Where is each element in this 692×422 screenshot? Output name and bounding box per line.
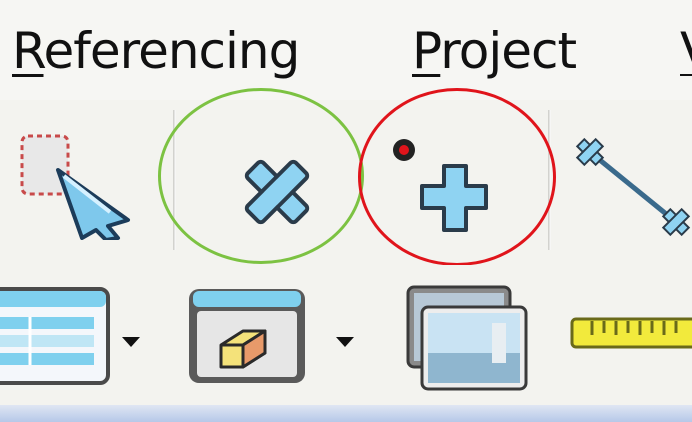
select-pointer-icon — [20, 134, 130, 240]
menu-referencing[interactable]: Referencing — [12, 26, 300, 76]
red-highlight-circle — [358, 88, 556, 266]
chevron-down-icon[interactable] — [120, 335, 142, 349]
raster-image-button[interactable] — [400, 283, 530, 393]
window-bottom-strip — [0, 405, 692, 422]
menu-referencing-label: eferencing — [43, 22, 301, 80]
box-select-icon — [189, 289, 305, 383]
menu-next[interactable]: V — [680, 26, 692, 76]
secondary-toolbar — [0, 265, 692, 405]
menu-project[interactable]: Project — [412, 26, 577, 76]
raster-image-icon — [406, 285, 528, 391]
menu-bar: Referencing Project V — [0, 0, 692, 100]
move-point-button[interactable] — [568, 130, 692, 240]
measure-ruler-icon — [570, 317, 692, 349]
move-point-line-icon — [575, 137, 691, 237]
menu-referencing-mnemonic: R — [12, 22, 44, 80]
menu-project-label: roject — [440, 22, 577, 80]
menu-project-mnemonic: P — [412, 22, 441, 80]
measure-button[interactable] — [568, 313, 692, 357]
open-table-button[interactable] — [0, 283, 115, 389]
attribute-table-icon — [0, 287, 110, 385]
menu-next-mnemonic: V — [680, 26, 692, 76]
box-select-button[interactable] — [185, 283, 310, 389]
chevron-down-icon[interactable] — [334, 335, 356, 349]
green-highlight-circle — [158, 88, 364, 264]
georeferencer-toolbar — [0, 88, 692, 266]
select-features-button[interactable] — [10, 130, 140, 240]
